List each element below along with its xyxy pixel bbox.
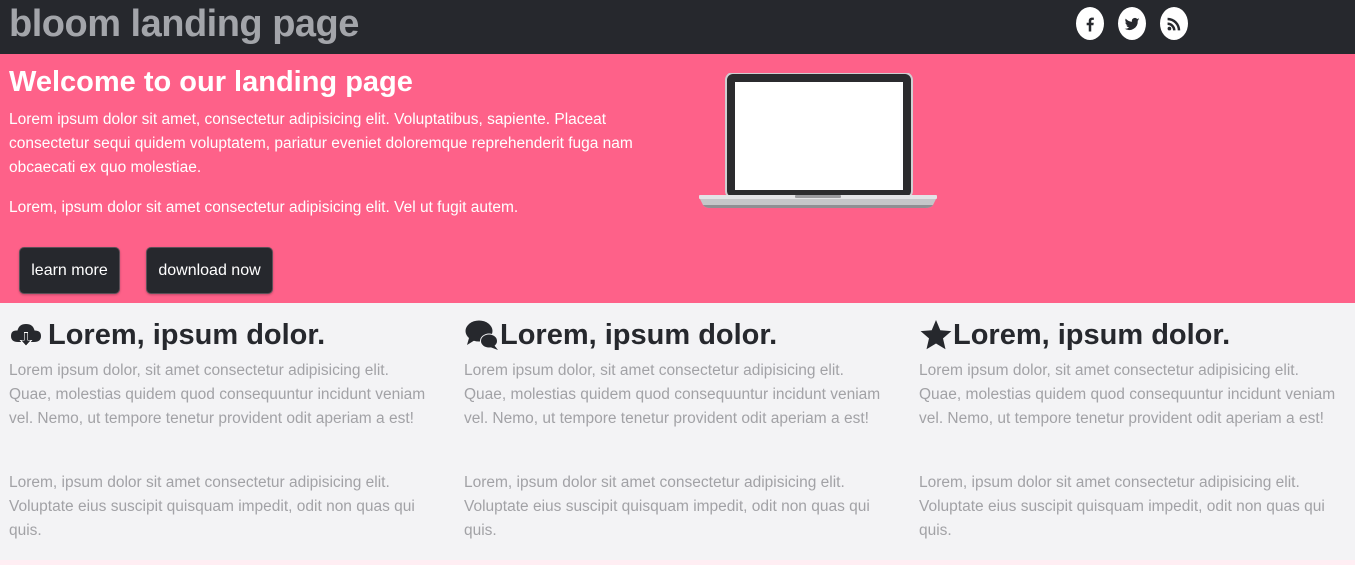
learn-more-button[interactable]: learn more [19, 247, 120, 294]
twitter-icon [1124, 17, 1140, 30]
brand-title[interactable]: bloom landing page [9, 2, 359, 46]
feature-paragraph-1: Lorem ipsum dolor, sit amet consectetur … [9, 362, 426, 427]
star-icon [920, 320, 952, 350]
facebook-icon [1086, 17, 1094, 31]
comments-icon [465, 320, 498, 350]
feature-paragraph-2: Lorem, ipsum dolor sit amet consectetur … [9, 474, 415, 539]
twitter-link[interactable] [1118, 7, 1146, 40]
feature-paragraph-2: Lorem, ipsum dolor sit amet consectetur … [919, 474, 1325, 539]
top-navbar: bloom landing page [0, 0, 1355, 54]
rss-link[interactable] [1160, 7, 1188, 40]
feature-paragraph-1: Lorem ipsum dolor, sit amet consectetur … [919, 362, 1336, 427]
feature-title: Lorem, ipsum dolor. [500, 318, 778, 351]
laptop-icon [699, 73, 937, 208]
hero-section: Welcome to our landing page Lorem ipsum … [0, 54, 1355, 303]
hero-paragraph-1: Lorem ipsum dolor sit amet, consectetur … [9, 111, 633, 176]
feature-title: Lorem, ipsum dolor. [48, 318, 326, 351]
feature-title: Lorem, ipsum dolor. [953, 318, 1231, 351]
rss-icon [1167, 17, 1181, 30]
hero-paragraph-2: Lorem, ipsum dolor sit amet consectetur … [9, 199, 519, 216]
feature-heading: Lorem, ipsum dolor. [9, 315, 325, 355]
download-now-button[interactable]: download now [146, 247, 273, 294]
cloud-download-icon [11, 324, 41, 347]
feature-heading: Lorem, ipsum dolor. [464, 315, 777, 355]
features-section: Lorem, ipsum dolor. Lorem ipsum dolor, s… [0, 303, 1355, 560]
feature-paragraph-2: Lorem, ipsum dolor sit amet consectetur … [464, 474, 870, 539]
hero-title: Welcome to our landing page [9, 66, 413, 98]
feature-heading: Lorem, ipsum dolor. [919, 315, 1230, 355]
feature-paragraph-1: Lorem ipsum dolor, sit amet consectetur … [464, 362, 881, 427]
section-divider [0, 560, 1355, 565]
facebook-link[interactable] [1076, 7, 1104, 40]
